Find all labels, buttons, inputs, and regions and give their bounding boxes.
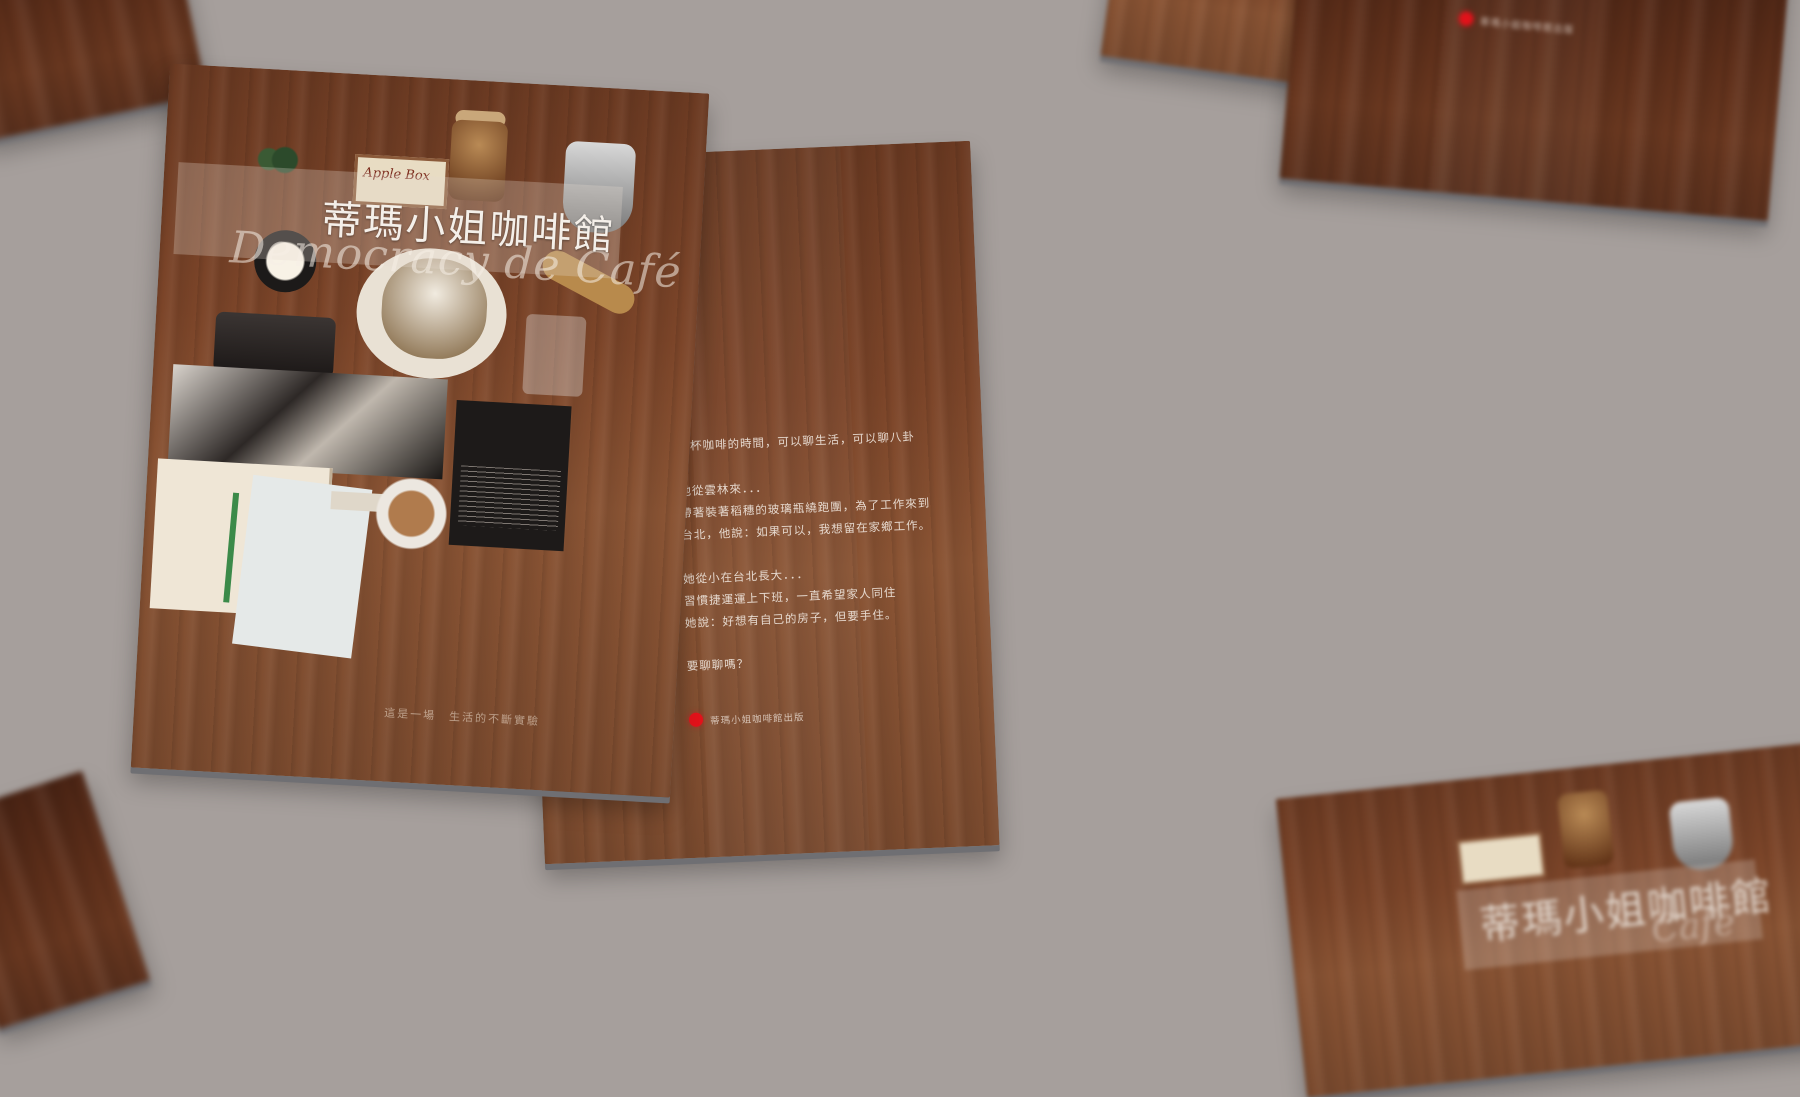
blurred-magazine-top-right: 蒂瑪小姐咖啡館出版 (1279, 0, 1791, 221)
blurred-magazine-bottom-right: 蒂瑪小姐咖啡館 Café (1275, 742, 1800, 1097)
jar-icon (1556, 789, 1615, 870)
dark-book (448, 400, 572, 552)
coffee-cup-icon (373, 475, 450, 552)
kettle-icon (1668, 796, 1736, 873)
apple-box-label (1456, 831, 1547, 887)
blurred-magazine-bottom-left (0, 770, 151, 1030)
magazine-subtitle: Café (1649, 901, 1737, 952)
publisher-logo-dot (688, 712, 704, 728)
water-glass-icon (522, 313, 587, 397)
back-text-line-8: 要聊聊嗎？ (686, 656, 750, 674)
cover-slogan: 這是一場 生活的不斷實驗 (383, 706, 541, 729)
magazine-front-cover: Apple Box Democracy de Café 蒂瑪小姐咖啡館 這是一場… (130, 63, 710, 798)
